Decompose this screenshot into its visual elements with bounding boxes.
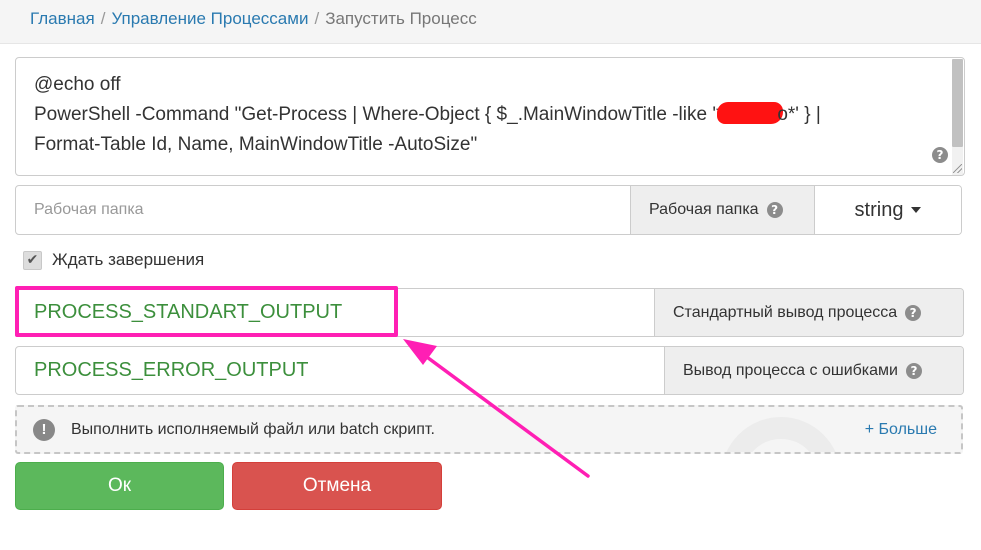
- working-dir-input[interactable]: Рабочая папка: [16, 186, 630, 234]
- command-line-1: @echo off: [34, 74, 121, 95]
- command-line-2: PowerShell -Command "Get-Process | Where…: [34, 100, 936, 130]
- question-circle-icon[interactable]: ?: [905, 304, 922, 321]
- working-dir-group: Рабочая папка Рабочая папка ? string: [15, 185, 962, 235]
- command-line-3: Format-Table Id, Name, MainWindowTitle -…: [34, 134, 478, 155]
- cancel-button[interactable]: Отмена: [232, 462, 442, 510]
- exclamation-circle-icon: !: [33, 418, 55, 441]
- breadcrumb: Главная / Управление Процессами / Запустить …: [0, 0, 981, 44]
- annotation-highlight-box: [15, 286, 398, 337]
- stderr-addon-label: Вывод процесса с ошибками: [683, 361, 898, 379]
- command-textarea[interactable]: @echo off PowerShell -Command "Get-Proce…: [15, 57, 965, 176]
- textarea-scrollbar-thumb[interactable]: [952, 59, 963, 147]
- stderr-input[interactable]: PROCESS_ERROR_OUTPUT: [16, 347, 664, 394]
- stdout-addon-label: Стандартный вывод процесса: [673, 303, 898, 321]
- working-dir-addon-label: Рабочая папка: [649, 201, 759, 218]
- breadcrumb-home-link[interactable]: Главная: [30, 9, 95, 28]
- breadcrumb-separator: /: [100, 9, 106, 28]
- question-circle-icon[interactable]: ?: [905, 362, 922, 379]
- working-dir-addon: Рабочая папка ?: [630, 186, 814, 234]
- command-line-2-end: o*' } |: [777, 104, 821, 125]
- wait-checkbox-label: Ждать завершения: [52, 250, 205, 269]
- question-circle-icon[interactable]: ?: [932, 147, 948, 163]
- working-dir-type-value: string: [854, 198, 904, 221]
- stderr-group: PROCESS_ERROR_OUTPUT Вывод процесса с ош…: [15, 346, 964, 395]
- command-line-2-start: PowerShell -Command "Get-Process | Where…: [34, 104, 724, 125]
- info-text: Выполнить исполняемый файл или batch скр…: [71, 420, 435, 438]
- stderr-addon: Вывод процесса с ошибками ?: [664, 347, 963, 394]
- redaction-mark: [717, 102, 784, 124]
- wait-checkbox-row[interactable]: ✔ Ждать завершения: [23, 250, 204, 270]
- breadcrumb-separator: /: [314, 9, 320, 28]
- caret-down-icon: [911, 207, 922, 213]
- more-link[interactable]: + Больше: [865, 421, 937, 439]
- resize-grip-icon[interactable]: [953, 164, 962, 173]
- ok-button[interactable]: Ок: [15, 462, 224, 510]
- wait-checkbox[interactable]: ✔: [23, 250, 42, 270]
- stdout-addon: Стандартный вывод процесса ?: [654, 289, 963, 336]
- question-circle-icon[interactable]: ?: [766, 202, 783, 218]
- info-panel: ! Выполнить исполняемый файл или batch с…: [15, 405, 963, 454]
- breadcrumb-current: Запустить Процесс: [325, 9, 477, 28]
- breadcrumb-process-management-link[interactable]: Управление Процессами: [111, 9, 308, 28]
- working-dir-type-select[interactable]: string: [814, 186, 961, 234]
- watermark-icon: [721, 417, 841, 452]
